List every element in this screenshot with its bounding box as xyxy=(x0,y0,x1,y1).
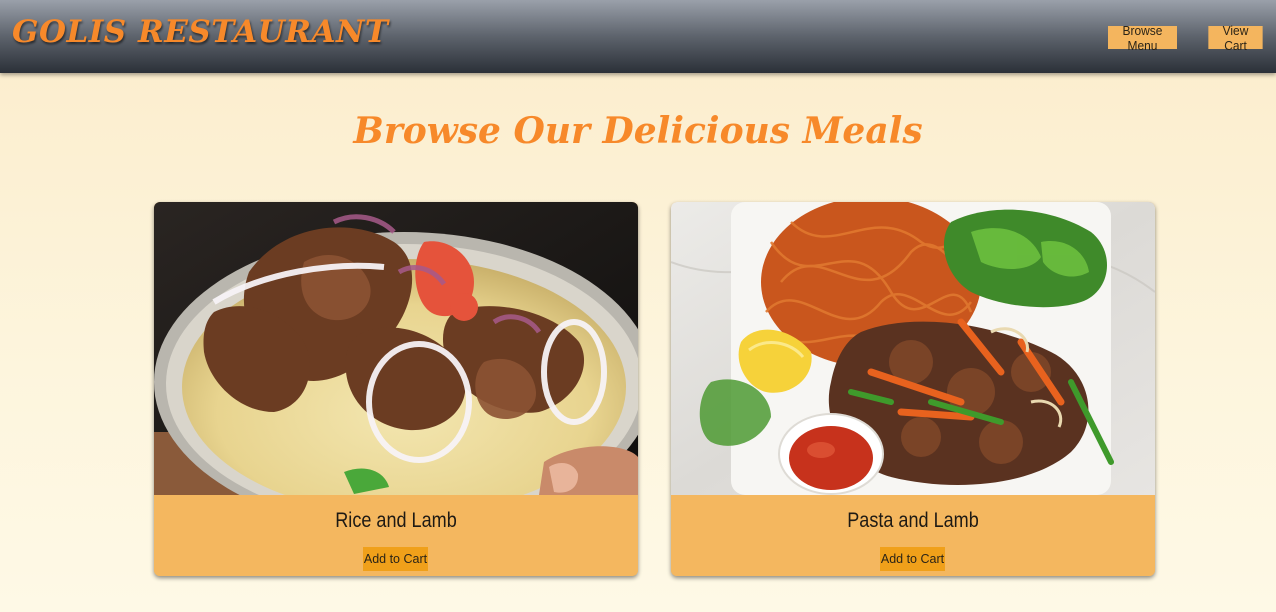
add-to-cart-button[interactable]: Add to Cart xyxy=(880,547,945,571)
page-title: Browse Our Delicious Meals xyxy=(353,110,923,152)
meal-image-rice-and-lamb xyxy=(154,202,638,495)
meal-name: Pasta and Lamb xyxy=(847,509,979,532)
meal-name: Rice and Lamb xyxy=(335,509,457,532)
navbar: GOLIS RESTAURANT Browse Menu View Cart xyxy=(0,0,1276,73)
add-to-cart-button[interactable]: Add to Cart xyxy=(363,547,428,571)
meal-card-body: Rice and Lamb Add to Cart xyxy=(154,495,638,576)
browse-menu-button[interactable]: Browse Menu xyxy=(1108,23,1177,53)
meal-card-body: Pasta and Lamb Add to Cart xyxy=(671,495,1155,576)
meal-card: Rice and Lamb Add to Cart xyxy=(154,202,638,576)
brand-logo[interactable]: GOLIS RESTAURANT xyxy=(12,14,388,50)
view-cart-button[interactable]: View Cart xyxy=(1208,23,1263,53)
meal-card: Pasta and Lamb Add to Cart xyxy=(671,202,1155,576)
meal-image-pasta-and-lamb xyxy=(671,202,1155,495)
